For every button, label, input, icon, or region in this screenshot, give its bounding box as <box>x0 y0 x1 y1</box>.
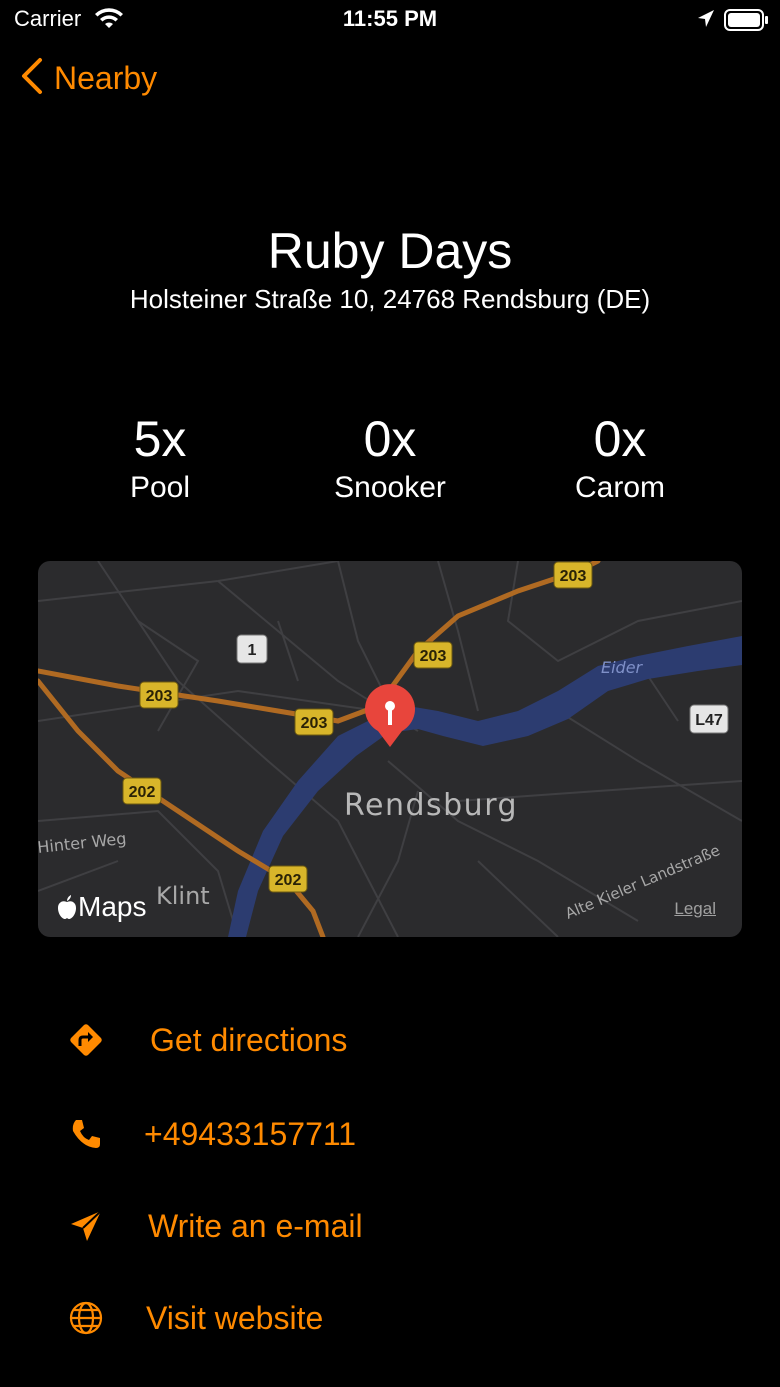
stat-count: 0x <box>593 411 647 467</box>
svg-text:203: 203 <box>420 648 447 665</box>
status-time: 11:55 PM <box>342 6 438 31</box>
svg-text:202: 202 <box>129 784 156 801</box>
road-shield: L47 <box>689 704 729 734</box>
map-view[interactable]: 203 203 203 203 202 202 1 L47 Rendsburg … <box>38 561 742 937</box>
venue-address: Holsteiner Straße 10, 24768 Rendsburg (D… <box>129 284 651 314</box>
paper-plane-icon <box>64 1204 108 1248</box>
location-arrow-icon <box>696 8 716 35</box>
chevron-left-icon <box>18 56 44 101</box>
maps-attribution: Maps <box>56 891 146 923</box>
map-highways <box>38 561 601 937</box>
svg-text:202: 202 <box>275 872 302 889</box>
venue-title: Ruby Days <box>267 223 513 279</box>
stat-count: 0x <box>363 411 417 467</box>
svg-text:1: 1 <box>248 642 257 659</box>
road-shield: 203 <box>553 561 593 589</box>
svg-text:203: 203 <box>560 568 587 585</box>
back-button-label: Nearby <box>54 60 158 96</box>
map-canvas: 203 203 203 203 202 202 1 L47 Rendsburg … <box>38 561 742 937</box>
stat-label: Carom <box>574 471 665 504</box>
maps-brand-label: Maps <box>78 891 147 922</box>
svg-text:203: 203 <box>301 715 328 732</box>
write-email-button[interactable]: Write an e-mail <box>64 1204 363 1248</box>
back-button[interactable]: Nearby <box>18 56 157 101</box>
visit-website-label: Visit website <box>146 1299 324 1336</box>
globe-icon <box>64 1296 108 1340</box>
stat-label: Pool <box>129 471 191 504</box>
stat-pool: 5x Pool <box>40 410 280 508</box>
legal-link[interactable]: Legal <box>674 899 716 919</box>
write-email-label: Write an e-mail <box>148 1207 363 1244</box>
svg-text:L47: L47 <box>695 712 723 729</box>
directions-icon <box>64 1018 108 1062</box>
road-shield: 202 <box>122 777 162 805</box>
phone-icon <box>64 1112 108 1156</box>
svg-text:203: 203 <box>146 688 173 705</box>
get-directions-button[interactable]: Get directions <box>64 1018 347 1062</box>
map-river-label: Eider <box>601 658 644 677</box>
phone-number-label: +49433157711 <box>144 1115 357 1152</box>
apple-logo-icon <box>56 894 78 920</box>
map-city-label: Rendsburg <box>344 788 518 823</box>
road-shield: 1 <box>236 634 268 664</box>
map-street-label: Hinter Weg <box>38 829 127 857</box>
road-shield: 203 <box>413 641 453 669</box>
map-district-label: Klint <box>156 882 210 910</box>
road-shield: 202 <box>268 865 308 893</box>
stat-carom: 0x Carom <box>500 410 740 508</box>
stat-label: Snooker <box>334 471 446 504</box>
visit-website-button[interactable]: Visit website <box>64 1296 323 1340</box>
get-directions-label: Get directions <box>150 1021 348 1058</box>
stat-snooker: 0x Snooker <box>270 410 510 508</box>
road-shield: 203 <box>294 708 334 736</box>
call-phone-button[interactable]: +49433157711 <box>64 1112 356 1156</box>
battery-icon <box>724 8 770 37</box>
road-shield: 203 <box>139 681 179 709</box>
stat-count: 5x <box>133 411 187 467</box>
